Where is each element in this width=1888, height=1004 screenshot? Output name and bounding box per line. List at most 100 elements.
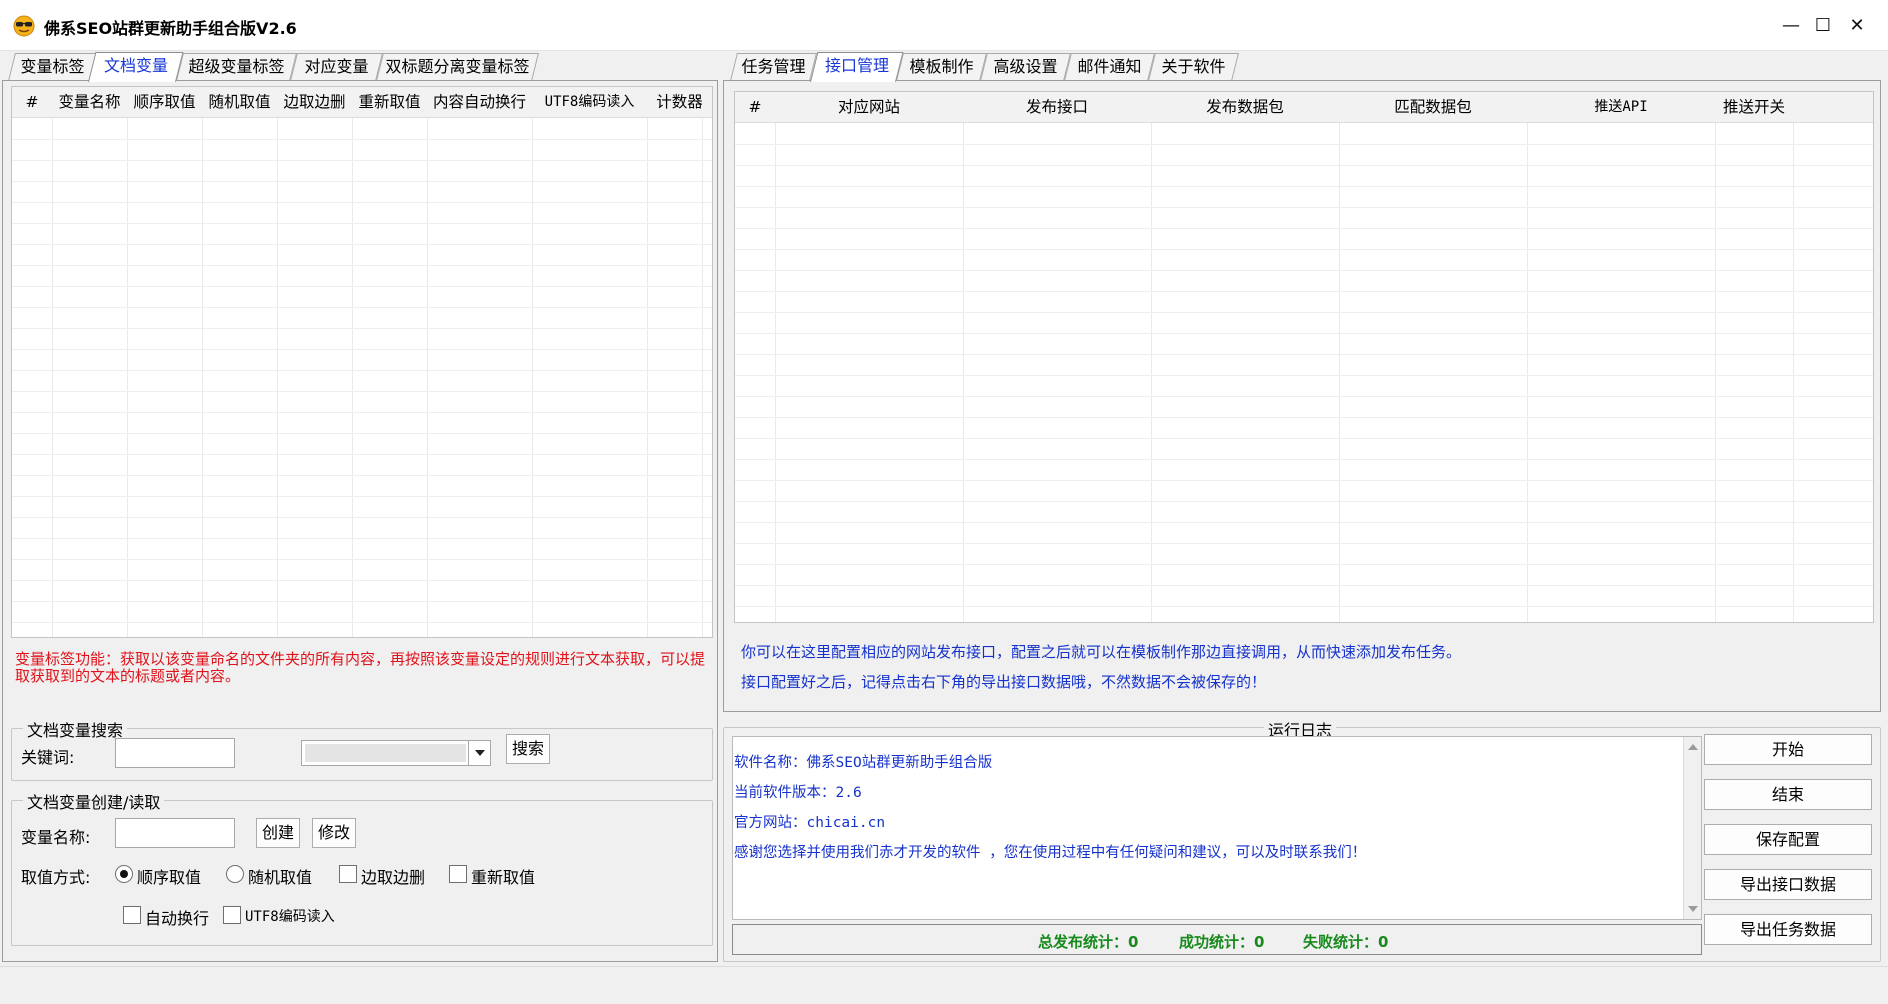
tab-email-notification[interactable]: 邮件通知 xyxy=(1064,53,1155,81)
variable-name-input[interactable] xyxy=(115,818,235,848)
grid-row-line xyxy=(735,522,1873,523)
take-delete-checkbox[interactable] xyxy=(339,865,357,883)
modify-button[interactable]: 修改 xyxy=(312,818,356,848)
column-header[interactable]: # xyxy=(12,87,52,118)
grid-row-line xyxy=(735,396,1873,397)
column-header[interactable]: 匹配数据包 xyxy=(1339,92,1527,123)
combo-value xyxy=(305,744,466,762)
search-button[interactable]: 搜索 xyxy=(506,734,550,764)
column-header[interactable]: 发布接口 xyxy=(963,92,1151,123)
grid-row-line xyxy=(735,501,1873,502)
grid-row-line xyxy=(12,307,712,308)
grid-column-line xyxy=(1151,123,1152,622)
variable-tag-description: 变量标签功能：获取以该变量命名的文件夹的所有内容，再按照该变量设定的规则进行文本… xyxy=(15,650,706,685)
export-task-button[interactable]: 导出任务数据 xyxy=(1704,914,1872,945)
column-header[interactable]: 变量名称 xyxy=(52,87,127,118)
column-header[interactable]: 顺序取值 xyxy=(127,87,202,118)
tab-dual-title-variable-tags[interactable]: 双标题分离变量标签 xyxy=(376,53,539,81)
stats-bar: 总发布统计：0 成功统计：0 失败统计：0 xyxy=(732,924,1702,955)
column-header[interactable]: 重新取值 xyxy=(352,87,427,118)
log-scrollbar[interactable] xyxy=(1683,737,1701,919)
auto-wrap-label: 自动换行 xyxy=(145,909,210,928)
grid-row-line xyxy=(12,517,712,518)
grid-row-line xyxy=(12,265,712,266)
column-header[interactable]: # xyxy=(735,92,775,123)
right-tab-strip: 任务管理 接口管理 模板制作 高级设置 邮件通知 关于软件 xyxy=(730,52,1330,82)
grid-row-line xyxy=(735,543,1873,544)
sequential-label: 顺序取值 xyxy=(137,868,202,887)
take-delete-label: 边取边删 xyxy=(361,868,426,887)
tab-variable-tags[interactable]: 变量标签 xyxy=(8,53,97,81)
value-mode-label: 取值方式: xyxy=(21,868,91,887)
column-header[interactable]: 对应网站 xyxy=(775,92,963,123)
save-config-button[interactable]: 保存配置 xyxy=(1704,824,1872,855)
minimize-icon: — xyxy=(1782,15,1800,36)
sequential-radio[interactable] xyxy=(115,865,133,883)
grid-row-line xyxy=(12,160,712,161)
tab-interface-management[interactable]: 接口管理 xyxy=(810,52,904,82)
start-button[interactable]: 开始 xyxy=(1704,734,1872,765)
column-header[interactable]: UTF8编码读入 xyxy=(532,87,647,118)
grid-row-line xyxy=(12,580,712,581)
column-header[interactable]: 推送开关 xyxy=(1715,92,1793,123)
random-label: 随机取值 xyxy=(248,868,313,887)
interface-grid[interactable]: # 对应网站 发布接口 发布数据包 匹配数据包 推送API 推送开关 xyxy=(734,91,1874,623)
create-button[interactable]: 创建 xyxy=(256,818,300,848)
column-header[interactable]: 边取边删 xyxy=(277,87,352,118)
log-line: 当前软件版本：2.6 xyxy=(734,785,862,801)
utf8-read-checkbox[interactable] xyxy=(223,906,241,924)
grid-row-line xyxy=(12,412,712,413)
scroll-up-icon[interactable] xyxy=(1687,743,1699,751)
retake-label: 重新取值 xyxy=(471,868,536,887)
grid-row-line xyxy=(735,249,1873,250)
grid-row-line xyxy=(12,349,712,350)
tab-super-variable-tags[interactable]: 超级变量标签 xyxy=(176,53,297,81)
grid-row-line xyxy=(735,606,1873,607)
column-header[interactable]: 随机取值 xyxy=(202,87,277,118)
column-header[interactable]: 推送API xyxy=(1527,92,1715,123)
close-button[interactable]: ✕ xyxy=(1840,0,1874,51)
grid-row-line xyxy=(735,459,1873,460)
minimize-button[interactable]: — xyxy=(1774,0,1808,51)
column-header[interactable]: 计数器 xyxy=(647,87,712,118)
grid-row-line xyxy=(735,291,1873,292)
random-radio[interactable] xyxy=(226,865,244,883)
tab-about-software[interactable]: 关于软件 xyxy=(1148,53,1239,81)
combo-arrow-button[interactable] xyxy=(468,741,490,765)
export-interface-button[interactable]: 导出接口数据 xyxy=(1704,869,1872,900)
run-log-textarea[interactable]: 软件名称：佛系SEO站群更新助手组合版 当前软件版本：2.6 官方网站：chic… xyxy=(732,736,1702,920)
grid-row-line xyxy=(12,244,712,245)
auto-wrap-checkbox[interactable] xyxy=(123,906,141,924)
tab-template-making[interactable]: 模板制作 xyxy=(896,53,987,81)
grid-row-line xyxy=(12,328,712,329)
stop-button[interactable]: 结束 xyxy=(1704,779,1872,810)
grid-row-line xyxy=(12,454,712,455)
maximize-button[interactable]: ☐ xyxy=(1806,0,1840,51)
column-header[interactable]: 内容自动换行 xyxy=(427,87,532,118)
right-tab-panel: # 对应网站 发布接口 发布数据包 匹配数据包 推送API 推送开关 你可以在这… xyxy=(723,80,1881,712)
grid-row-line xyxy=(735,480,1873,481)
grid-row-line xyxy=(12,370,712,371)
search-group-title: 文档变量搜索 xyxy=(23,717,128,741)
log-line: 感谢您选择并使用我们赤才开发的软件 ，您在使用过程中有任何疑问和建议，可以及时联… xyxy=(734,845,1367,861)
column-header[interactable]: 发布数据包 xyxy=(1151,92,1339,123)
variable-name-label: 变量名称: xyxy=(21,828,91,847)
variable-combo[interactable] xyxy=(301,740,491,766)
total-publish-stat: 总发布统计：0 xyxy=(1038,933,1139,951)
tab-advanced-settings[interactable]: 高级设置 xyxy=(980,53,1071,81)
grid-row-line xyxy=(12,223,712,224)
grid-header: # 对应网站 发布接口 发布数据包 匹配数据包 推送API 推送开关 xyxy=(735,92,1873,123)
document-variable-grid[interactable]: # 变量名称 顺序取值 随机取值 边取边删 重新取值 内容自动换行 UTF8编码… xyxy=(11,86,713,638)
tab-corresponding-variables[interactable]: 对应变量 xyxy=(290,53,383,81)
tab-task-management[interactable]: 任务管理 xyxy=(730,53,817,81)
retake-checkbox[interactable] xyxy=(449,865,467,883)
grid-row-line xyxy=(12,391,712,392)
scroll-down-icon[interactable] xyxy=(1687,905,1699,913)
grid-row-line xyxy=(12,433,712,434)
keyword-input[interactable] xyxy=(115,738,235,768)
grid-column-line xyxy=(1793,123,1794,622)
success-stat: 成功统计：0 xyxy=(1179,933,1265,951)
grid-column-line xyxy=(775,123,776,622)
tab-document-variables[interactable]: 文档变量 xyxy=(88,52,184,82)
log-line: 软件名称：佛系SEO站群更新助手组合版 xyxy=(734,755,993,771)
